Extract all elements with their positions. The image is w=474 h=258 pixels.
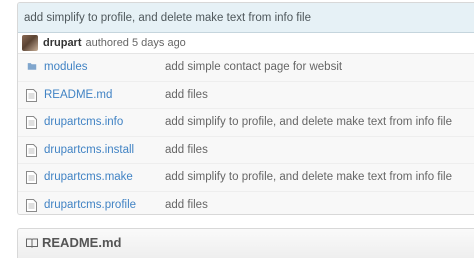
readme-title: README.md <box>42 235 122 250</box>
book-icon <box>26 238 38 248</box>
file-commit-message[interactable]: add files <box>165 89 208 101</box>
file-icon <box>26 88 37 102</box>
readme-panel: README.md <box>17 228 474 258</box>
file-commit-message[interactable]: add files <box>165 199 208 211</box>
table-row[interactable]: drupartcms.make add simplify to profile,… <box>18 164 474 192</box>
file-icon <box>26 198 37 212</box>
folder-icon <box>27 63 37 70</box>
file-browser: add simplify to profile, and delete make… <box>17 2 474 215</box>
table-row[interactable]: drupartcms.info add simplify to profile,… <box>18 109 474 137</box>
file-commit-message[interactable]: add simple contact page for websit <box>165 61 342 73</box>
avatar[interactable] <box>22 35 38 51</box>
file-name-link[interactable]: drupartcms.info <box>44 116 123 128</box>
file-icon <box>26 116 37 129</box>
file-icon <box>26 171 37 184</box>
file-name-link[interactable]: README.md <box>44 89 112 101</box>
table-row[interactable]: README.md add files <box>18 82 474 109</box>
table-row[interactable]: drupartcms.install add files <box>18 137 474 164</box>
table-row[interactable]: drupartcms.profile add files <box>18 192 474 215</box>
repository-page: add simplify to profile, and delete make… <box>0 0 474 258</box>
file-commit-message[interactable]: add simplify to profile, and delete make… <box>165 171 452 183</box>
file-list: modules add simple contact page for webs… <box>18 54 474 215</box>
commit-meta: drupart authored 5 days ago <box>18 33 474 54</box>
table-row[interactable]: modules add simple contact page for webs… <box>18 54 474 82</box>
commit-author[interactable]: drupart <box>43 37 82 49</box>
file-name-link[interactable]: drupartcms.profile <box>44 199 136 211</box>
file-name-link[interactable]: drupartcms.install <box>44 144 134 156</box>
file-icon <box>26 143 37 157</box>
readme-header: README.md <box>18 229 474 256</box>
file-name-link[interactable]: drupartcms.make <box>44 171 133 183</box>
latest-commit-title: add simplify to profile, and delete make… <box>18 3 474 33</box>
commit-message[interactable]: add simplify to profile, and delete make… <box>24 12 311 24</box>
file-name-link[interactable]: modules <box>44 61 87 73</box>
file-commit-message[interactable]: add simplify to profile, and delete make… <box>165 116 452 128</box>
file-commit-message[interactable]: add files <box>165 144 208 156</box>
commit-time: authored 5 days ago <box>85 37 186 49</box>
